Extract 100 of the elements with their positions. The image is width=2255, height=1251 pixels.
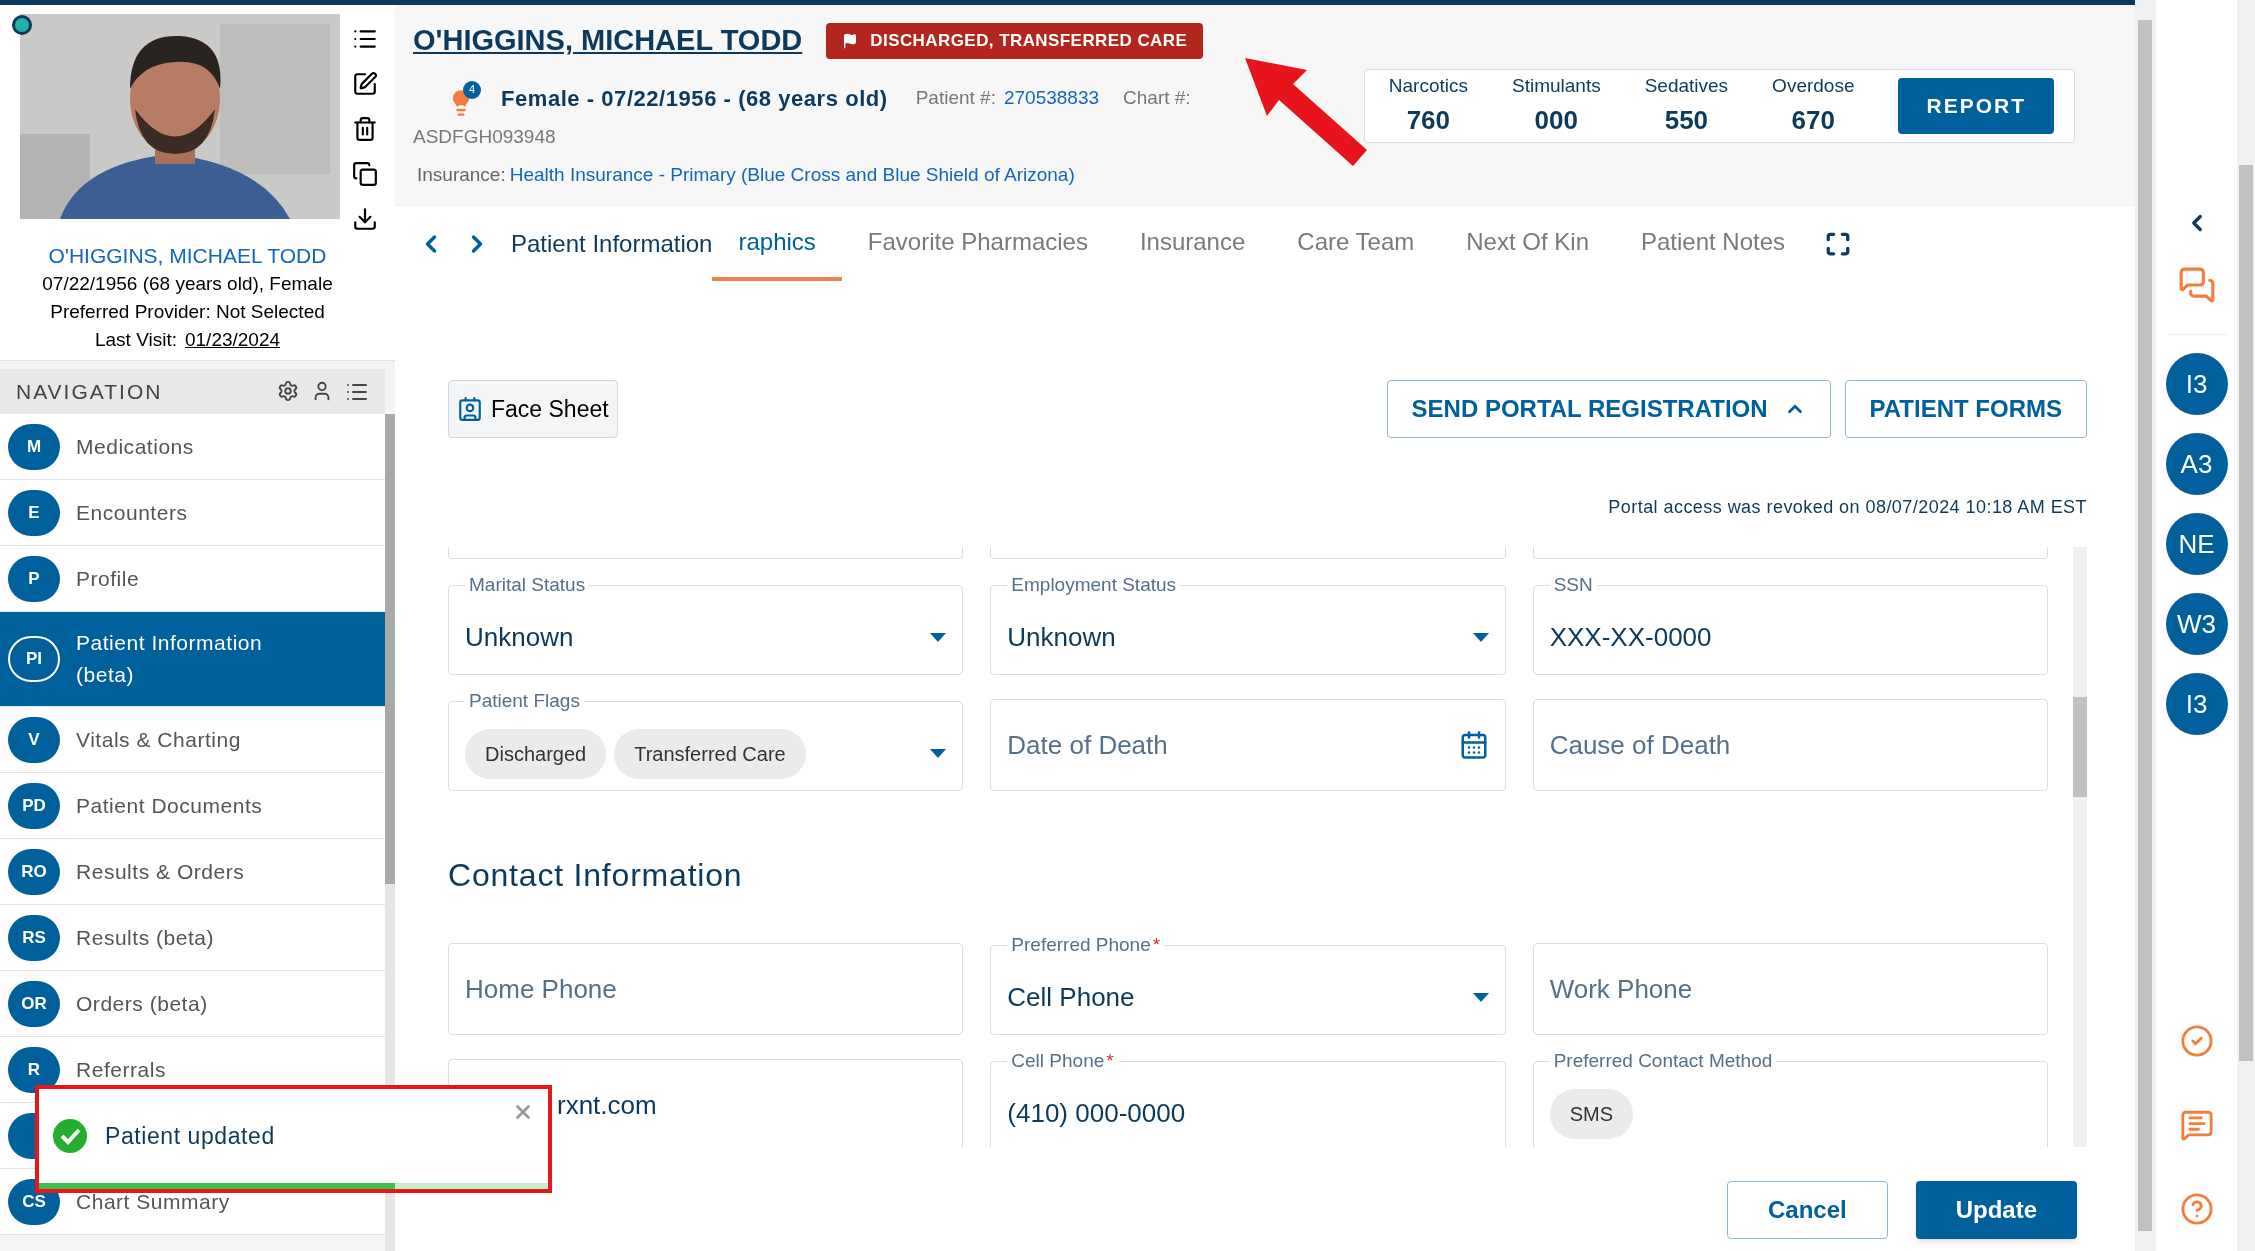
nav-badge: P — [8, 555, 60, 602]
chat-icon[interactable] — [2177, 266, 2216, 304]
nav-badge: RS — [8, 914, 60, 961]
chart-number-label: Chart #: — [1123, 86, 1191, 111]
success-check-icon — [53, 1119, 87, 1153]
scrollbar[interactable] — [2073, 547, 2087, 1147]
tab[interactable]: Patient Notes — [1615, 206, 1812, 281]
count-label: Narcotics — [1388, 74, 1468, 99]
field-value: Unknown — [465, 621, 574, 654]
nav-badge: OR — [8, 980, 60, 1027]
nav-item[interactable]: E Encounters — [0, 480, 385, 546]
dropdown-caret-icon — [1472, 993, 1489, 1002]
nav-badge: R — [8, 1046, 60, 1093]
nav-badge: M — [8, 423, 60, 470]
help-icon[interactable] — [2179, 1192, 2214, 1226]
user-avatar[interactable]: W3 — [2165, 593, 2228, 655]
flag-chip: Transferred Care — [614, 728, 806, 779]
input-field[interactable]: Work Phone — [1532, 943, 2048, 1035]
nav-badge: RO — [8, 848, 60, 895]
count-value: 670 — [1791, 103, 1835, 137]
nav-label: Profile — [76, 565, 141, 592]
tasks-icon[interactable] — [2179, 1024, 2214, 1058]
tab[interactable]: raphics — [712, 206, 842, 281]
toast-message: Patient updated — [105, 1121, 275, 1151]
tab[interactable]: Favorite Pharmacies — [841, 206, 1114, 281]
count-value: 760 — [1406, 103, 1451, 137]
section-title: Patient Information — [511, 228, 713, 259]
user-avatar[interactable]: I3 — [2165, 673, 2228, 735]
dropdown-caret-icon — [930, 633, 947, 642]
face-sheet-button[interactable]: Face Sheet — [448, 380, 618, 438]
nav-item[interactable]: PI Patient Information (beta) — [0, 612, 385, 707]
field-value: Cell Phone — [1007, 981, 1135, 1014]
copy-icon[interactable] — [352, 161, 378, 187]
nav-item[interactable]: PD Patient Documents — [0, 773, 385, 839]
last-visit-label: Last Visit: — [94, 328, 177, 352]
preferred-provider: Preferred Provider: Not Selected — [50, 300, 325, 324]
nav-label: Chart Summary — [76, 1188, 231, 1215]
user-avatar[interactable]: I3 — [2165, 353, 2228, 415]
input-field[interactable]: Home Phone — [448, 943, 964, 1035]
flag-chip: SMS — [1549, 1088, 1633, 1139]
user-avatar[interactable]: A3 — [2165, 433, 2228, 495]
flag-chip: Discharged — [465, 728, 607, 779]
nav-badge: PI — [8, 636, 60, 682]
count-label: Overdose — [1772, 74, 1855, 99]
tab[interactable]: Care Team — [1271, 206, 1441, 281]
update-button[interactable]: Update — [1915, 1181, 2077, 1239]
nav-badge: E — [8, 489, 60, 536]
portal-notice: Portal access was revoked on 08/07/2024 10:18 AM EST — [1608, 496, 2087, 519]
fullscreen-icon[interactable] — [1825, 230, 1852, 257]
nav-item[interactable]: V Vitals & Charting — [0, 707, 385, 773]
download-icon[interactable] — [352, 206, 378, 232]
text-input[interactable]: Work Phone — [1549, 969, 2031, 1009]
scrollbar[interactable] — [2237, 0, 2255, 1251]
section-heading: Contact Information — [448, 856, 744, 895]
cancel-button[interactable]: Cancel — [1726, 1181, 1888, 1239]
patient-number-label: Patient #: — [915, 86, 996, 111]
delete-icon[interactable] — [352, 116, 378, 142]
nav-label: Referrals — [76, 1056, 167, 1083]
edit-icon[interactable] — [352, 71, 378, 97]
last-visit-link[interactable]: 01/23/2024 — [184, 326, 281, 354]
message-icon[interactable] — [2179, 1108, 2214, 1142]
patient-name-link[interactable]: O'HIGGINS, MICHAEL TODD — [48, 242, 327, 270]
nav-item[interactable]: RS Results (beta) — [0, 905, 385, 971]
calendar-icon[interactable] — [1458, 730, 1489, 760]
report-button[interactable]: REPORT — [1898, 78, 2054, 134]
dropdown-caret-icon — [1472, 633, 1489, 642]
status-flag-badge: DISCHARGED, TRANSFERRED CARE — [826, 23, 1204, 59]
demographics: Female - 07/22/1956 - (68 years old) — [501, 85, 888, 113]
date-input[interactable]: Date of Death — [1007, 725, 1393, 765]
menu-button[interactable]: SEND PORTAL REGISTRATION — [1386, 380, 1831, 438]
text-input[interactable]: rxnt.com — [557, 1085, 947, 1125]
user-avatar[interactable]: NE — [2165, 513, 2228, 575]
count-label: Sedatives — [1644, 74, 1729, 99]
nav-label: Vitals & Charting — [76, 726, 242, 753]
patient-name-link[interactable]: O'HIGGINS, MICHAEL TODD — [413, 19, 803, 63]
field-value: Unknown — [1007, 621, 1116, 654]
nav-item[interactable]: M Medications — [0, 414, 385, 480]
nav-item[interactable]: RO Results & Orders — [0, 839, 385, 905]
nav-label: Patient Information (beta) — [76, 630, 264, 688]
date-field[interactable]: Date of Death — [990, 699, 1506, 791]
tab[interactable]: Insurance — [1113, 206, 1272, 281]
nav-item[interactable]: OR Orders (beta) — [0, 971, 385, 1037]
scrollbar[interactable] — [2135, 0, 2155, 1251]
dropdown-caret-icon — [930, 749, 947, 758]
nav-item[interactable]: P Profile — [0, 546, 385, 612]
input-field[interactable]: Cause of Death — [1532, 699, 2048, 791]
nav-badge: V — [8, 716, 60, 763]
action-button[interactable]: PATIENT FORMS — [1844, 380, 2087, 438]
tab[interactable]: Next Of Kin — [1440, 206, 1615, 281]
text-input[interactable]: (410) 000-0000 — [1007, 1094, 1489, 1133]
text-input[interactable]: Home Phone — [465, 969, 947, 1009]
nav-label: Orders (beta) — [76, 990, 209, 1017]
contact-card-icon — [457, 396, 483, 422]
insurance-link[interactable]: Health Insurance - Primary (Blue Cross and Blue Shield of Arizona) — [509, 161, 1075, 190]
text-input[interactable]: XXX-XX-0000 — [1549, 618, 2031, 657]
settings-icon[interactable] — [277, 379, 299, 402]
count-value: 000 — [1534, 103, 1578, 137]
nav-label: Medications — [76, 433, 195, 460]
text-input[interactable]: Cause of Death — [1549, 725, 2031, 765]
patient-dob: 07/22/1956 (68 years old), Female — [42, 272, 333, 296]
